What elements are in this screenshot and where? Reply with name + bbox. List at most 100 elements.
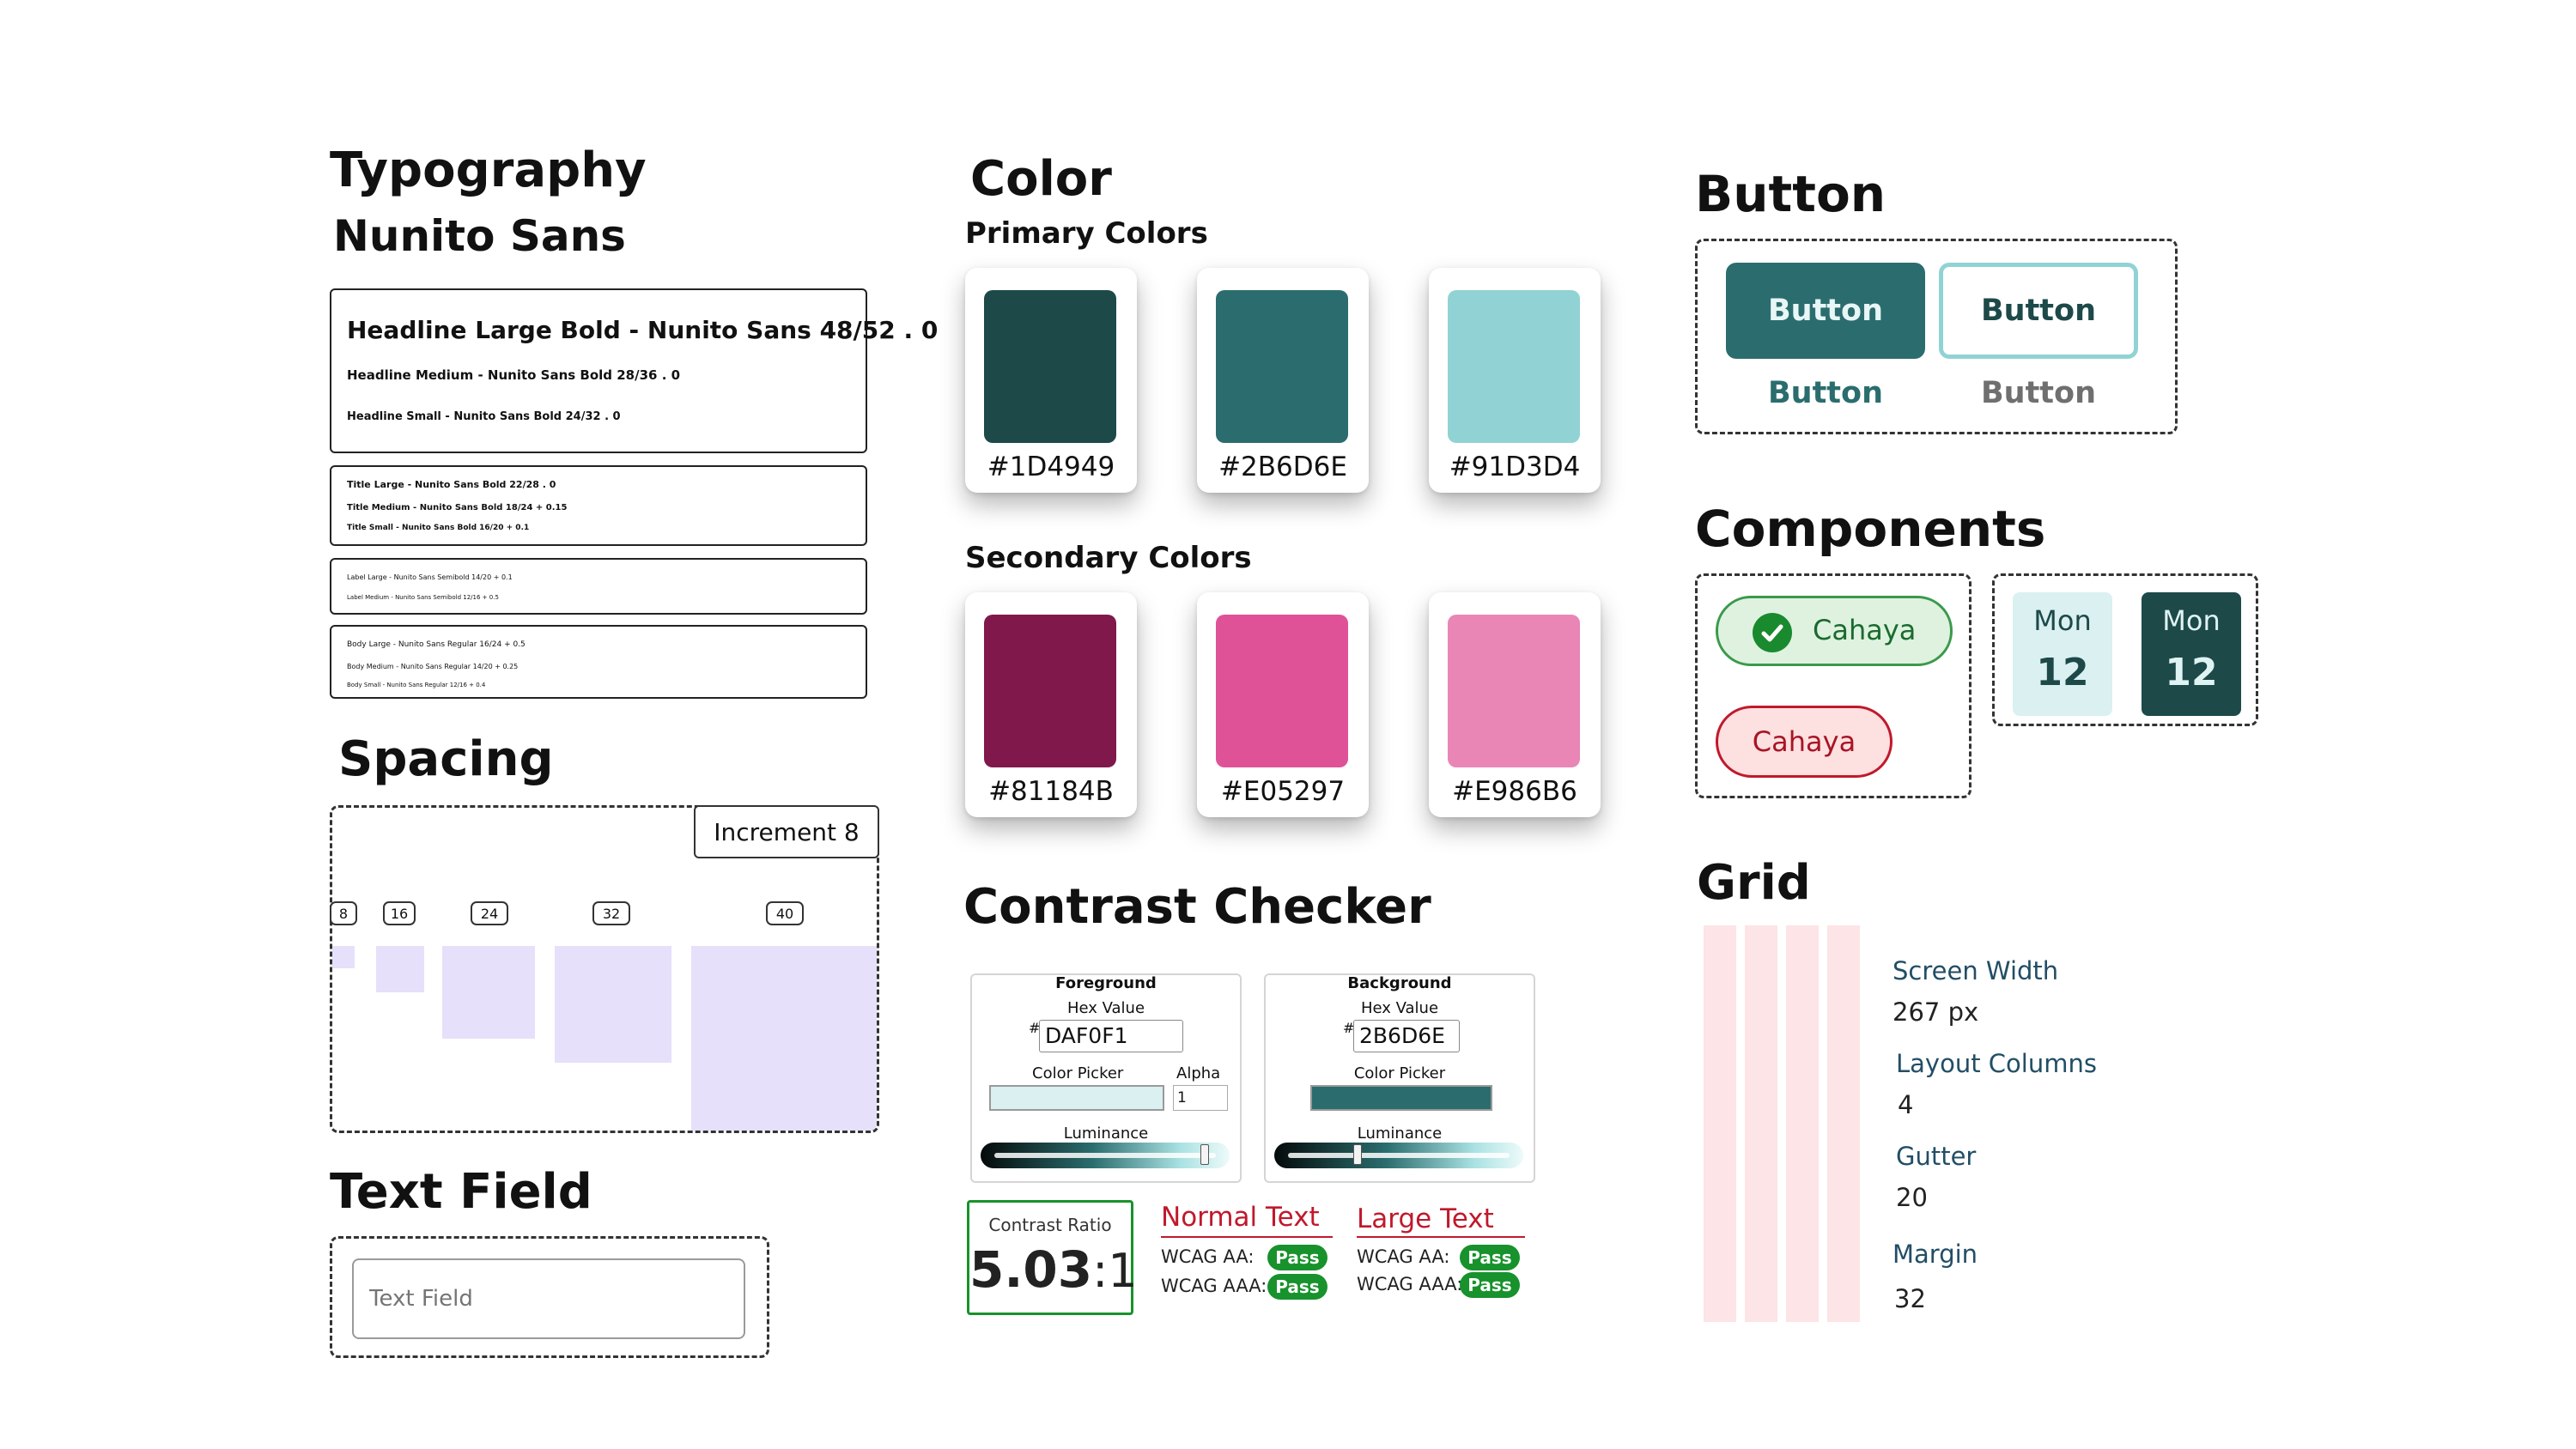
foreground-title: Foreground bbox=[1055, 974, 1157, 992]
spacing-swatch-40 bbox=[691, 946, 877, 1131]
title-large-sample: Title Large - Nunito Sans Bold 22/28 . 0 bbox=[347, 479, 556, 490]
label-large-sample: Label Large - Nunito Sans Semibold 14/20… bbox=[347, 573, 513, 581]
contrast-ratio-label: Contrast Ratio bbox=[988, 1215, 1112, 1235]
slider-track bbox=[1288, 1153, 1510, 1158]
secondary-colors-title: Secondary Colors bbox=[965, 541, 1252, 575]
filled-button[interactable]: Button bbox=[1726, 263, 1925, 359]
spacing-swatch-8 bbox=[332, 946, 355, 968]
spacing-step-label: 24 bbox=[471, 901, 508, 925]
text-button-label: Button bbox=[1767, 376, 1884, 410]
grid-column bbox=[1704, 925, 1736, 1322]
background-hex-input[interactable]: 2B6D6E bbox=[1353, 1020, 1460, 1052]
typography-title: Typography bbox=[330, 142, 647, 198]
hex-value-label: Hex Value bbox=[1066, 999, 1145, 1017]
text-field-input[interactable] bbox=[352, 1258, 745, 1339]
color-swatch bbox=[1448, 290, 1580, 443]
spacing-step-label: 32 bbox=[592, 901, 630, 925]
color-title: Color bbox=[970, 151, 1112, 207]
color-hex: #1D4949 bbox=[987, 452, 1115, 482]
disabled-text-button[interactable]: Button bbox=[1939, 369, 2138, 417]
background-color-picker[interactable] bbox=[1310, 1085, 1492, 1111]
text-field-title: Text Field bbox=[330, 1164, 592, 1220]
pass-badge: Pass bbox=[1460, 1245, 1520, 1270]
gutter-label: Gutter bbox=[1896, 1142, 1977, 1171]
text-button[interactable]: Button bbox=[1726, 369, 1925, 417]
contrast-ratio-box: Contrast Ratio 5.03:1 bbox=[967, 1200, 1138, 1315]
color-hex: #81184B bbox=[988, 776, 1114, 807]
color-picker-label: Color Picker bbox=[1032, 1064, 1124, 1082]
body-small-sample: Body Small - Nunito Sans Regular 12/16 +… bbox=[347, 682, 486, 688]
ratio-main: 5.03 bbox=[969, 1240, 1093, 1299]
color-card[interactable]: #1D4949 bbox=[965, 268, 1137, 493]
contrast-ratio-value: 5.03:1 bbox=[969, 1240, 1138, 1299]
components-title: Components bbox=[1695, 500, 2046, 558]
normal-text-underline bbox=[1161, 1236, 1333, 1238]
date-cell-selected[interactable]: Mon 12 bbox=[2142, 592, 2241, 716]
wcag-aaa-label: WCAG AAA: bbox=[1161, 1276, 1267, 1296]
color-card[interactable]: #E05297 bbox=[1197, 592, 1369, 817]
label-medium-sample: Label Medium - Nunito Sans Semibold 12/1… bbox=[347, 594, 499, 601]
color-swatch bbox=[1448, 615, 1580, 767]
color-picker-label: Color Picker bbox=[1353, 1064, 1446, 1082]
date-number: 12 bbox=[2036, 651, 2089, 694]
slider-track bbox=[994, 1153, 1216, 1158]
spacing-step-label: 40 bbox=[766, 901, 804, 925]
contrast-checker-title: Contrast Checker bbox=[963, 879, 1431, 935]
selected-chip-label: Cahaya bbox=[1813, 614, 1917, 646]
foreground-luminance-slider[interactable] bbox=[981, 1143, 1230, 1168]
grid-title: Grid bbox=[1697, 855, 1811, 911]
title-specimen-box: Title Large - Nunito Sans Bold 22/28 . 0… bbox=[330, 465, 867, 546]
slider-thumb[interactable] bbox=[1353, 1144, 1362, 1165]
spacing-step-label: 8 bbox=[330, 901, 357, 925]
error-chip[interactable]: Cahaya bbox=[1716, 706, 1893, 778]
screen-width-label: Screen Width bbox=[1893, 956, 2059, 985]
date-day: Mon bbox=[2162, 604, 2221, 637]
color-swatch bbox=[984, 615, 1116, 767]
wcag-aa-label: WCAG AA: bbox=[1161, 1246, 1255, 1267]
foreground-panel: Foreground Hex Value # DAF0F1 Color Pick… bbox=[970, 973, 1242, 1183]
gutter-value: 20 bbox=[1896, 1183, 1928, 1212]
background-title: Background bbox=[1347, 974, 1452, 992]
background-panel: Background Hex Value # 2B6D6E Color Pick… bbox=[1264, 973, 1535, 1183]
outlined-button[interactable]: Button bbox=[1939, 263, 2138, 359]
error-chip-label: Cahaya bbox=[1752, 725, 1856, 758]
color-card[interactable]: #91D3D4 bbox=[1429, 268, 1601, 493]
luminance-label: Luminance bbox=[1063, 1125, 1149, 1143]
foreground-color-picker[interactable] bbox=[989, 1085, 1164, 1111]
spacing-title: Spacing bbox=[338, 731, 554, 787]
large-text-title: Large Text bbox=[1357, 1203, 1494, 1234]
headline-large-sample: Headline Large Bold - Nunito Sans 48/52 … bbox=[347, 316, 939, 344]
grid-column bbox=[1745, 925, 1777, 1322]
spacing-swatch-32 bbox=[555, 946, 671, 1063]
color-hex: #2B6D6E bbox=[1218, 452, 1347, 482]
ratio-suffix: :1 bbox=[1092, 1244, 1138, 1298]
luminance-label: Luminance bbox=[1357, 1125, 1443, 1143]
disabled-text-button-label: Button bbox=[1980, 376, 2097, 410]
body-medium-sample: Body Medium - Nunito Sans Regular 14/20 … bbox=[347, 663, 519, 670]
color-swatch bbox=[1216, 290, 1348, 443]
color-card[interactable]: #E986B6 bbox=[1429, 592, 1601, 817]
date-cell[interactable]: Mon 12 bbox=[2013, 592, 2112, 716]
increment-label: Increment 8 bbox=[694, 805, 879, 858]
pass-badge: Pass bbox=[1267, 1245, 1327, 1270]
filled-button-label: Button bbox=[1767, 294, 1884, 328]
check-circle-icon bbox=[1753, 613, 1792, 652]
foreground-hex-input[interactable]: DAF0F1 bbox=[1039, 1020, 1183, 1052]
selected-chip[interactable]: Cahaya bbox=[1716, 596, 1953, 666]
color-hex: #E05297 bbox=[1220, 776, 1346, 807]
wcag-aa-label: WCAG AA: bbox=[1357, 1246, 1450, 1267]
spacing-swatch-16 bbox=[376, 946, 424, 992]
body-large-sample: Body Large - Nunito Sans Regular 16/24 +… bbox=[347, 640, 526, 649]
color-card[interactable]: #2B6D6E bbox=[1197, 268, 1369, 493]
title-medium-sample: Title Medium - Nunito Sans Bold 18/24 + … bbox=[347, 503, 568, 512]
slider-thumb[interactable] bbox=[1200, 1144, 1209, 1165]
headline-specimen-box: Headline Large Bold - Nunito Sans 48/52 … bbox=[330, 288, 938, 453]
background-luminance-slider[interactable] bbox=[1274, 1143, 1523, 1168]
color-card[interactable]: #81184B bbox=[965, 592, 1137, 817]
date-number: 12 bbox=[2165, 651, 2218, 694]
layout-columns-label: Layout Columns bbox=[1896, 1049, 2097, 1078]
outlined-button-label: Button bbox=[1980, 294, 2097, 328]
margin-value: 32 bbox=[1894, 1284, 1926, 1313]
alpha-input[interactable]: 1 bbox=[1173, 1085, 1228, 1111]
color-hex: #91D3D4 bbox=[1449, 452, 1581, 482]
